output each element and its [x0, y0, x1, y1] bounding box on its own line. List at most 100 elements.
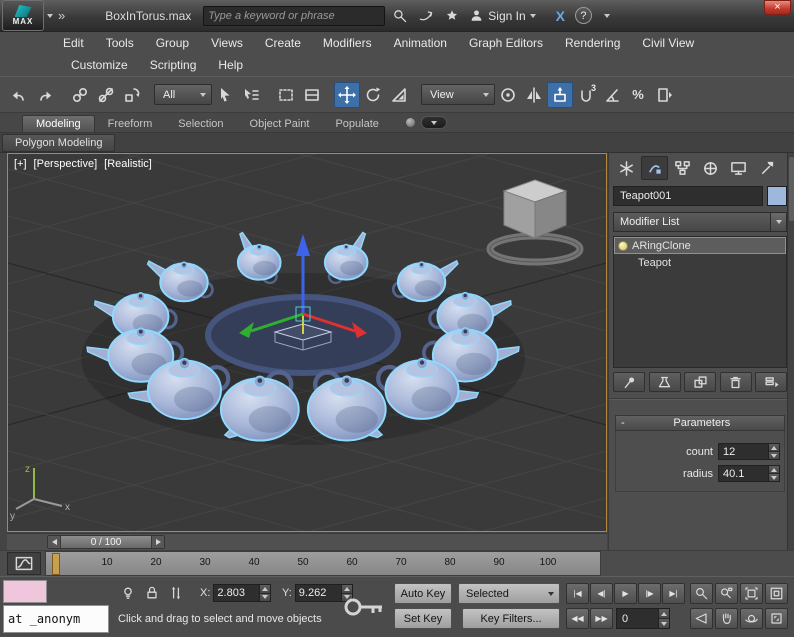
set-key-button[interactable]: Set Key [394, 608, 452, 629]
angle-snap-toggle-icon[interactable] [599, 82, 625, 108]
select-by-name-icon[interactable] [238, 82, 264, 108]
count-value[interactable]: 12 [719, 444, 768, 459]
set-keys-button[interactable] [340, 585, 388, 629]
pan-hand-icon[interactable] [715, 608, 738, 629]
ribbon-tab-freeform[interactable]: Freeform [95, 116, 166, 132]
macro-recorder-field[interactable] [3, 580, 47, 603]
modifier-stack-list[interactable]: ARingClone Teapot [613, 236, 787, 368]
current-time-field[interactable]: 0 [616, 608, 670, 629]
search-icon[interactable] [389, 5, 411, 27]
isolate-selection-icon[interactable] [118, 583, 138, 603]
modifier-enabled-bulb-icon[interactable] [618, 240, 628, 251]
modifier-list-caret-button[interactable] [770, 213, 786, 231]
scrollbar-thumb[interactable] [789, 157, 794, 221]
time-slider-track[interactable]: 0 / 100 [7, 533, 607, 550]
select-object-icon[interactable] [212, 82, 238, 108]
ribbon-tab-selection[interactable]: Selection [165, 116, 236, 132]
snaps-toggle-3d-icon[interactable]: 3 [573, 82, 599, 108]
show-end-result-icon[interactable] [648, 372, 681, 392]
frame-ruler[interactable]: 10 20 30 40 50 60 70 80 90 100 [45, 551, 601, 576]
configure-modifier-sets-icon[interactable] [755, 372, 787, 392]
menu-graph-editors[interactable]: Graph Editors [458, 36, 554, 50]
undo-icon[interactable] [6, 82, 32, 108]
ribbon-tab-populate[interactable]: Populate [322, 116, 391, 132]
stack-item-teapot[interactable]: Teapot [614, 254, 786, 271]
menu-create[interactable]: Create [254, 36, 312, 50]
field-of-view-icon[interactable] [690, 608, 713, 629]
make-unique-icon[interactable] [684, 372, 716, 392]
previous-frame-button[interactable]: ◀| [590, 583, 613, 604]
stack-item-aringclone[interactable]: ARingClone [614, 237, 786, 254]
maxscript-listener-field[interactable]: at _anonym [3, 605, 109, 633]
time-slider-handle[interactable]: 0 / 100 [47, 535, 165, 549]
rectangular-selection-region-icon[interactable] [273, 82, 299, 108]
parameters-rollout-header[interactable]: - Parameters [615, 415, 785, 431]
menu-edit[interactable]: Edit [52, 36, 95, 50]
application-menu-button[interactable]: MAX [2, 0, 44, 31]
menu-scripting[interactable]: Scripting [139, 58, 208, 72]
orbit-icon[interactable] [740, 608, 763, 629]
modify-tab-icon[interactable] [641, 156, 668, 180]
selection-lock-icon[interactable] [142, 583, 162, 603]
menu-help[interactable]: Help [207, 58, 254, 72]
menu-rendering[interactable]: Rendering [554, 36, 631, 50]
communication-center-icon[interactable] [415, 5, 437, 27]
next-key-button[interactable]: ▶▶ [590, 608, 613, 629]
count-spinner[interactable] [768, 444, 779, 459]
reference-coordinate-system-dropdown[interactable]: View [421, 84, 495, 105]
ribbon-options-icon[interactable] [405, 118, 415, 127]
viewport-3d-scene[interactable]: z x y [8, 154, 606, 531]
current-frame-marker[interactable] [52, 553, 60, 575]
object-color-swatch[interactable] [767, 186, 787, 206]
redo-icon[interactable] [32, 82, 58, 108]
menu-modifiers[interactable]: Modifiers [312, 36, 383, 50]
select-and-link-icon[interactable] [67, 82, 93, 108]
go-to-end-button[interactable]: ▶| [662, 583, 685, 604]
help-caret-icon[interactable] [596, 5, 618, 27]
viewport-pov-label[interactable]: [Perspective] [34, 158, 98, 170]
mirror-icon[interactable] [521, 82, 547, 108]
selection-set-dropdown[interactable]: Selected [458, 583, 560, 604]
x-coordinate-value[interactable]: 2.803 [214, 585, 259, 601]
app-menu-caret-icon[interactable] [47, 13, 53, 18]
window-crossing-toggle-icon[interactable] [299, 82, 325, 108]
x-coordinate-field[interactable]: 2.803 [213, 584, 272, 602]
menu-civil-view[interactable]: Civil View [631, 36, 705, 50]
y-coordinate-value[interactable]: 9.262 [296, 585, 341, 601]
radius-spinner[interactable] [768, 466, 779, 481]
zoom-extents-all-icon[interactable] [765, 583, 788, 604]
modifier-list-dropdown[interactable]: Modifier List [613, 212, 787, 232]
radius-field[interactable]: 40.1 [718, 465, 780, 482]
motion-tab-icon[interactable] [697, 156, 724, 180]
polygon-modeling-panel-button[interactable]: Polygon Modeling [2, 133, 116, 152]
previous-key-button[interactable]: ◀◀ [566, 608, 589, 629]
current-time-spinner[interactable] [658, 609, 669, 628]
selection-filter-dropdown[interactable]: All [154, 84, 212, 105]
viewport-shading-label[interactable]: [Realistic] [104, 158, 152, 170]
ribbon-tab-modeling[interactable]: Modeling [22, 115, 95, 132]
exchange-apps-icon[interactable]: X [556, 8, 565, 24]
time-slider-next-icon[interactable] [151, 536, 164, 548]
go-to-start-button[interactable]: |◀ [566, 583, 589, 604]
next-frame-button[interactable]: |▶ [638, 583, 661, 604]
sign-in-button[interactable]: Sign In [469, 8, 536, 23]
menu-group[interactable]: Group [145, 36, 200, 50]
menu-views[interactable]: Views [200, 36, 254, 50]
select-and-place-icon[interactable] [547, 81, 573, 108]
open-mini-curve-editor-button[interactable] [7, 552, 41, 575]
count-field[interactable]: 12 [718, 443, 780, 460]
use-pivot-point-center-icon[interactable] [495, 82, 521, 108]
ribbon-minimize-button[interactable] [420, 116, 447, 129]
menu-tools[interactable]: Tools [95, 36, 145, 50]
select-and-move-icon[interactable] [334, 81, 360, 108]
view-cube[interactable] [486, 179, 584, 266]
percent-snap-toggle-icon[interactable]: % [625, 82, 651, 108]
hierarchy-tab-icon[interactable] [669, 156, 696, 180]
radius-value[interactable]: 40.1 [719, 466, 768, 481]
remove-modifier-icon[interactable] [719, 372, 752, 392]
auto-key-button[interactable]: Auto Key [394, 583, 452, 604]
favorites-star-icon[interactable] [441, 5, 463, 27]
key-filters-button[interactable]: Key Filters... [462, 608, 560, 629]
display-tab-icon[interactable] [725, 156, 752, 180]
object-name-field[interactable]: Teapot001 [613, 186, 763, 206]
